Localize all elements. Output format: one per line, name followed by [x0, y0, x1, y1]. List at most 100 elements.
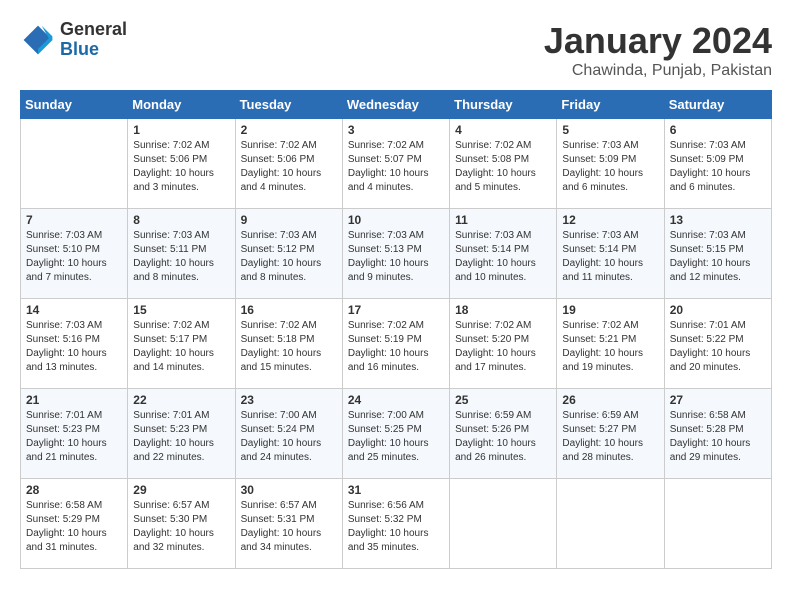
- cell-content: Sunrise: 6:57 AM Sunset: 5:30 PM Dayligh…: [133, 499, 229, 555]
- day-number: 25: [455, 393, 551, 407]
- cell-content: Sunrise: 7:02 AM Sunset: 5:20 PM Dayligh…: [455, 319, 551, 375]
- calendar-cell: 17 Sunrise: 7:02 AM Sunset: 5:19 PM Dayli…: [342, 299, 449, 389]
- day-number: 28: [26, 483, 122, 497]
- day-number: 11: [455, 213, 551, 227]
- logo-blue: Blue: [60, 40, 127, 60]
- calendar-cell: 14Sunrise: 7:03 AM Sunset: 5:16 PM Dayli…: [21, 299, 128, 389]
- calendar-cell: 20 Sunrise: 7:01 AM Sunset: 5:22 PM Dayli…: [664, 299, 771, 389]
- day-number: 30: [241, 483, 337, 497]
- calendar-header-thursday: Thursday: [450, 91, 557, 119]
- cell-content: Sunrise: 7:03 AM Sunset: 5:11 PM Dayligh…: [133, 229, 229, 285]
- calendar-cell: 29 Sunrise: 6:57 AM Sunset: 5:30 PM Dayli…: [128, 479, 235, 569]
- cell-content: Sunrise: 7:01 AM Sunset: 5:23 PM Dayligh…: [26, 409, 122, 465]
- calendar-cell: 1 Sunrise: 7:02 AM Sunset: 5:06 PM Daylig…: [128, 119, 235, 209]
- cell-content: Sunrise: 7:02 AM Sunset: 5:08 PM Dayligh…: [455, 139, 551, 195]
- cell-content: Sunrise: 6:57 AM Sunset: 5:31 PM Dayligh…: [241, 499, 337, 555]
- calendar-cell: 11 Sunrise: 7:03 AM Sunset: 5:14 PM Dayli…: [450, 209, 557, 299]
- calendar-cell: 23Sunrise: 7:00 AM Sunset: 5:24 PM Dayli…: [235, 389, 342, 479]
- logo: General Blue: [20, 20, 127, 60]
- calendar-cell: 9 Sunrise: 7:03 AM Sunset: 5:12 PM Daylig…: [235, 209, 342, 299]
- calendar-cell: 16Sunrise: 7:02 AM Sunset: 5:18 PM Dayli…: [235, 299, 342, 389]
- day-number: 18: [455, 303, 551, 317]
- cell-content: Sunrise: 7:02 AM Sunset: 5:21 PM Dayligh…: [562, 319, 658, 375]
- day-number: 16: [241, 303, 337, 317]
- day-number: 13: [670, 213, 766, 227]
- calendar-cell: 22Sunrise: 7:01 AM Sunset: 5:23 PM Dayli…: [128, 389, 235, 479]
- calendar-cell: 10 Sunrise: 7:03 AM Sunset: 5:13 PM Dayli…: [342, 209, 449, 299]
- day-number: 17: [348, 303, 444, 317]
- cell-content: Sunrise: 7:03 AM Sunset: 5:09 PM Dayligh…: [670, 139, 766, 195]
- month-title: January 2024: [544, 20, 772, 62]
- calendar-cell: 30 Sunrise: 6:57 AM Sunset: 5:31 PM Dayli…: [235, 479, 342, 569]
- cell-content: Sunrise: 7:02 AM Sunset: 5:06 PM Dayligh…: [133, 139, 229, 195]
- calendar-cell: 13 Sunrise: 7:03 AM Sunset: 5:15 PM Dayli…: [664, 209, 771, 299]
- cell-content: Sunrise: 7:01 AM Sunset: 5:22 PM Dayligh…: [670, 319, 766, 375]
- day-number: 9: [241, 213, 337, 227]
- calendar-header-row: SundayMondayTuesdayWednesdayThursdayFrid…: [21, 91, 772, 119]
- day-number: 29: [133, 483, 229, 497]
- calendar-header-friday: Friday: [557, 91, 664, 119]
- cell-content: Sunrise: 7:02 AM Sunset: 5:06 PM Dayligh…: [241, 139, 337, 195]
- calendar-cell: 6 Sunrise: 7:03 AM Sunset: 5:09 PM Daylig…: [664, 119, 771, 209]
- logo-general: General: [60, 20, 127, 40]
- calendar-cell: 27Sunrise: 6:58 AM Sunset: 5:28 PM Dayli…: [664, 389, 771, 479]
- calendar-cell: 21 Sunrise: 7:01 AM Sunset: 5:23 PM Dayli…: [21, 389, 128, 479]
- calendar-cell: 31 Sunrise: 6:56 AM Sunset: 5:32 PM Dayli…: [342, 479, 449, 569]
- day-number: 24: [348, 393, 444, 407]
- day-number: 20: [670, 303, 766, 317]
- day-number: 31: [348, 483, 444, 497]
- calendar-week-3: 14Sunrise: 7:03 AM Sunset: 5:16 PM Dayli…: [21, 299, 772, 389]
- calendar-header-wednesday: Wednesday: [342, 91, 449, 119]
- calendar-cell: 19 Sunrise: 7:02 AM Sunset: 5:21 PM Dayli…: [557, 299, 664, 389]
- day-number: 10: [348, 213, 444, 227]
- calendar-cell: 12Sunrise: 7:03 AM Sunset: 5:14 PM Dayli…: [557, 209, 664, 299]
- cell-content: Sunrise: 6:59 AM Sunset: 5:26 PM Dayligh…: [455, 409, 551, 465]
- calendar-cell: 28 Sunrise: 6:58 AM Sunset: 5:29 PM Dayli…: [21, 479, 128, 569]
- cell-content: Sunrise: 6:56 AM Sunset: 5:32 PM Dayligh…: [348, 499, 444, 555]
- calendar-header-saturday: Saturday: [664, 91, 771, 119]
- calendar-cell: 5 Sunrise: 7:03 AM Sunset: 5:09 PM Daylig…: [557, 119, 664, 209]
- cell-content: Sunrise: 7:02 AM Sunset: 5:19 PM Dayligh…: [348, 319, 444, 375]
- calendar-week-5: 28 Sunrise: 6:58 AM Sunset: 5:29 PM Dayli…: [21, 479, 772, 569]
- logo-text: General Blue: [60, 20, 127, 60]
- day-number: 21: [26, 393, 122, 407]
- day-number: 22: [133, 393, 229, 407]
- cell-content: Sunrise: 7:03 AM Sunset: 5:09 PM Dayligh…: [562, 139, 658, 195]
- day-number: 23: [241, 393, 337, 407]
- cell-content: Sunrise: 7:00 AM Sunset: 5:25 PM Dayligh…: [348, 409, 444, 465]
- cell-content: Sunrise: 7:03 AM Sunset: 5:13 PM Dayligh…: [348, 229, 444, 285]
- calendar-cell: 7 Sunrise: 7:03 AM Sunset: 5:10 PM Daylig…: [21, 209, 128, 299]
- day-number: 3: [348, 123, 444, 137]
- day-number: 6: [670, 123, 766, 137]
- calendar-cell: 8Sunrise: 7:03 AM Sunset: 5:11 PM Daylig…: [128, 209, 235, 299]
- calendar-week-2: 7 Sunrise: 7:03 AM Sunset: 5:10 PM Daylig…: [21, 209, 772, 299]
- day-number: 5: [562, 123, 658, 137]
- calendar-table: SundayMondayTuesdayWednesdayThursdayFrid…: [20, 90, 772, 569]
- day-number: 19: [562, 303, 658, 317]
- cell-content: Sunrise: 7:03 AM Sunset: 5:10 PM Dayligh…: [26, 229, 122, 285]
- calendar-cell: 24 Sunrise: 7:00 AM Sunset: 5:25 PM Dayli…: [342, 389, 449, 479]
- cell-content: Sunrise: 7:03 AM Sunset: 5:12 PM Dayligh…: [241, 229, 337, 285]
- cell-content: Sunrise: 7:03 AM Sunset: 5:14 PM Dayligh…: [455, 229, 551, 285]
- calendar-cell: [664, 479, 771, 569]
- page-header: General Blue January 2024 Chawinda, Punj…: [20, 20, 772, 80]
- cell-content: Sunrise: 7:02 AM Sunset: 5:17 PM Dayligh…: [133, 319, 229, 375]
- calendar-header-sunday: Sunday: [21, 91, 128, 119]
- cell-content: Sunrise: 6:59 AM Sunset: 5:27 PM Dayligh…: [562, 409, 658, 465]
- day-number: 4: [455, 123, 551, 137]
- day-number: 1: [133, 123, 229, 137]
- cell-content: Sunrise: 7:03 AM Sunset: 5:15 PM Dayligh…: [670, 229, 766, 285]
- cell-content: Sunrise: 6:58 AM Sunset: 5:29 PM Dayligh…: [26, 499, 122, 555]
- cell-content: Sunrise: 7:02 AM Sunset: 5:07 PM Dayligh…: [348, 139, 444, 195]
- calendar-week-4: 21 Sunrise: 7:01 AM Sunset: 5:23 PM Dayli…: [21, 389, 772, 479]
- calendar-cell: 18 Sunrise: 7:02 AM Sunset: 5:20 PM Dayli…: [450, 299, 557, 389]
- calendar-header-tuesday: Tuesday: [235, 91, 342, 119]
- location-title: Chawinda, Punjab, Pakistan: [544, 62, 772, 80]
- day-number: 7: [26, 213, 122, 227]
- calendar-cell: 15Sunrise: 7:02 AM Sunset: 5:17 PM Dayli…: [128, 299, 235, 389]
- calendar-cell: [450, 479, 557, 569]
- cell-content: Sunrise: 7:03 AM Sunset: 5:16 PM Dayligh…: [26, 319, 122, 375]
- logo-icon: [20, 22, 56, 58]
- cell-content: Sunrise: 7:03 AM Sunset: 5:14 PM Dayligh…: [562, 229, 658, 285]
- calendar-cell: [557, 479, 664, 569]
